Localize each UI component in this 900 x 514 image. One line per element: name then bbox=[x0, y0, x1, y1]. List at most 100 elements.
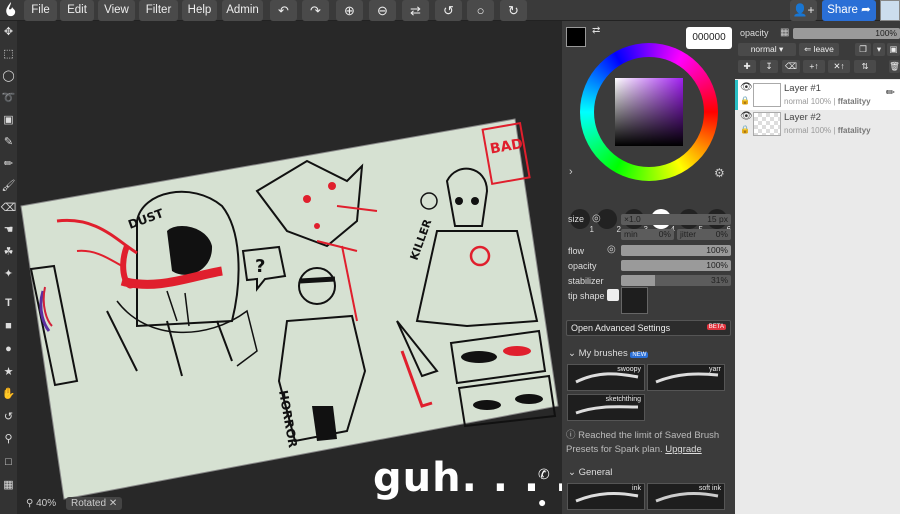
general-label: General bbox=[578, 467, 613, 478]
menu-edit[interactable]: Edit bbox=[60, 0, 94, 21]
menu-help[interactable]: Help bbox=[182, 0, 217, 21]
primary-color-swatch[interactable] bbox=[566, 27, 586, 47]
eyedropper-icon[interactable]: ✎ bbox=[0, 133, 17, 151]
layer-meta: normal 100% | ffatalityy bbox=[784, 97, 871, 106]
menu-admin[interactable]: Admin bbox=[222, 0, 263, 21]
rotated-badge[interactable]: Rotated ✕ bbox=[66, 497, 123, 510]
swap-colors-icon[interactable]: ⇄ bbox=[592, 25, 600, 36]
clear-layer-icon[interactable]: ⌫ bbox=[782, 60, 800, 73]
ellipse-icon[interactable]: ● bbox=[0, 340, 17, 358]
info-icon: ⓘ bbox=[566, 430, 576, 441]
add-user-button[interactable]: 👤+ bbox=[790, 0, 817, 21]
menu-file[interactable]: File bbox=[24, 0, 57, 21]
pressure-flow-icon[interactable]: ◎ bbox=[607, 244, 616, 255]
jitter-slider[interactable]: jitter 0% bbox=[677, 229, 731, 240]
layer-row[interactable]: 👁 🔒 Layer #2 normal 100% | ffatalityy bbox=[735, 109, 900, 139]
advanced-settings-label: Open Advanced Settings bbox=[571, 323, 671, 333]
select-rect-icon[interactable]: ⬚ bbox=[0, 45, 17, 63]
hex-color-input[interactable]: 000000 bbox=[686, 27, 732, 49]
tip-shape-checkbox[interactable] bbox=[607, 289, 619, 301]
pencil-icon[interactable]: ✏ bbox=[0, 155, 17, 173]
brush-preset-ink[interactable]: ink bbox=[567, 483, 645, 510]
move-tool-icon[interactable]: ✥ bbox=[0, 23, 17, 41]
pressure-size-icon[interactable]: ◎ bbox=[592, 213, 601, 224]
menu-view[interactable]: View bbox=[98, 0, 135, 21]
share-button[interactable]: Share ➦ bbox=[822, 0, 876, 21]
select-ellipse-icon[interactable]: ◯ bbox=[0, 67, 17, 85]
rectangle-icon[interactable]: ■ bbox=[0, 317, 17, 335]
advanced-settings-button[interactable]: Open Advanced Settings BETA bbox=[566, 320, 731, 336]
magic-wand-icon[interactable]: ✦ bbox=[0, 265, 17, 283]
lock-icon[interactable]: 🔒 bbox=[740, 96, 750, 105]
undo-icon[interactable]: ↶ bbox=[270, 0, 297, 21]
text-tool-icon[interactable]: T bbox=[0, 294, 17, 312]
layer-opacity-slider[interactable]: 100% bbox=[793, 28, 900, 39]
flip-layer-icon[interactable]: ⇅ bbox=[854, 60, 876, 73]
tip-shape-preview[interactable] bbox=[621, 287, 648, 314]
rotate-view-icon[interactable]: ↺ bbox=[0, 408, 17, 426]
canvas-drawing[interactable]: ? HORROR KILLER BAD DUST bbox=[17, 21, 562, 514]
zoom-out-icon[interactable]: ⊖ bbox=[369, 0, 396, 21]
add-layer-icon[interactable]: ✚ bbox=[738, 60, 756, 73]
leave-button[interactable]: ⇐ leave bbox=[799, 43, 839, 56]
upgrade-link[interactable]: Upgrade bbox=[665, 444, 701, 455]
eye-icon[interactable]: 👁 bbox=[740, 82, 753, 93]
reset-rotation-icon[interactable]: ○ bbox=[467, 0, 494, 21]
blend-mode-select[interactable]: normal ▾ bbox=[738, 43, 796, 56]
my-brushes-label: My brushes bbox=[578, 348, 628, 359]
move-layer-up-icon[interactable]: +↑ bbox=[803, 60, 825, 73]
eye-icon[interactable]: 👁 bbox=[740, 111, 753, 122]
brush-preset-yarr[interactable]: yarr bbox=[647, 364, 725, 391]
min-slider[interactable]: min 0% bbox=[621, 229, 674, 240]
transform-icon[interactable]: ▣ bbox=[0, 111, 17, 129]
gear-icon[interactable]: ⚙ bbox=[714, 166, 725, 180]
canvas-area[interactable]: ? HORROR KILLER BAD DUST bbox=[17, 21, 562, 514]
brush-preset-sketchthing[interactable]: sketchthing bbox=[567, 394, 645, 421]
general-brushes-header[interactable]: ⌄ General bbox=[568, 467, 612, 478]
duplicate-layer-icon[interactable]: ❐ bbox=[855, 43, 871, 56]
redo-icon[interactable]: ↷ bbox=[302, 0, 329, 21]
delete-layer-icon[interactable]: 🗑 bbox=[889, 60, 900, 73]
comment-icon[interactable]: □ bbox=[0, 453, 17, 471]
checkerboard-icon[interactable]: ▦ bbox=[780, 27, 789, 38]
layer-row[interactable]: 👁 🔒 Layer #1 normal 100% | ffatalityy ✏ bbox=[735, 80, 900, 110]
image-icon[interactable]: ▣ bbox=[887, 43, 900, 56]
size-slider[interactable]: ×1.0 15 px bbox=[621, 214, 731, 225]
close-icon[interactable]: ✕ bbox=[109, 498, 117, 509]
fill-icon[interactable]: ☘ bbox=[0, 243, 17, 261]
shape-star-icon[interactable]: ★ bbox=[0, 363, 17, 381]
avatar[interactable] bbox=[880, 0, 900, 21]
rotate-right-icon[interactable]: ↻ bbox=[500, 0, 527, 21]
preset-limit-notice: ⓘ Reached the limit of Saved Brush Prese… bbox=[566, 429, 732, 457]
flow-slider[interactable]: 100% bbox=[621, 245, 731, 256]
grid-icon[interactable]: ▦ bbox=[0, 476, 17, 494]
brush-preset-swoopy[interactable]: swoopy bbox=[567, 364, 645, 391]
brush-preset-soft-ink[interactable]: soft ink bbox=[647, 483, 725, 510]
beta-badge: BETA bbox=[706, 324, 726, 330]
chat-icon[interactable]: ● bbox=[538, 494, 546, 510]
rotate-left-icon[interactable]: ↺ bbox=[435, 0, 462, 21]
layer-menu-icon[interactable]: ▾ bbox=[873, 43, 885, 56]
hue-ring[interactable] bbox=[580, 43, 718, 181]
hand-icon[interactable]: ✋ bbox=[0, 385, 17, 403]
merge-down-icon[interactable]: ↧ bbox=[760, 60, 778, 73]
eraser-icon[interactable]: ⌫ bbox=[0, 199, 17, 217]
stabilizer-slider[interactable]: 31% bbox=[621, 275, 731, 286]
zoom-icon[interactable]: ⚲ bbox=[0, 430, 17, 448]
transform-layer-icon[interactable]: ✕↑ bbox=[828, 60, 850, 73]
lasso-icon[interactable]: ➰ bbox=[0, 89, 17, 107]
zoom-in-icon[interactable]: ⊕ bbox=[336, 0, 363, 21]
smudge-icon[interactable]: ☚ bbox=[0, 221, 17, 239]
saturation-square[interactable] bbox=[615, 78, 683, 146]
my-brushes-header[interactable]: ⌄ My brushes NEW bbox=[568, 348, 649, 359]
phone-icon[interactable]: ✆ bbox=[538, 466, 550, 483]
lock-icon[interactable]: 🔒 bbox=[740, 125, 750, 134]
flip-icon[interactable]: ⇄ bbox=[402, 0, 429, 21]
chevron-right-icon[interactable]: › bbox=[569, 166, 573, 178]
layer-thumbnail bbox=[753, 112, 781, 136]
brush-icon[interactable]: 🖌 bbox=[0, 177, 17, 195]
menu-filter[interactable]: Filter bbox=[139, 0, 178, 21]
top-menu-bar: File Edit View Filter Help Admin ↶ ↷ ⊕ ⊖… bbox=[0, 0, 900, 21]
sketch-question-mark: ? bbox=[255, 256, 265, 277]
opacity-slider[interactable]: 100% bbox=[621, 260, 731, 271]
